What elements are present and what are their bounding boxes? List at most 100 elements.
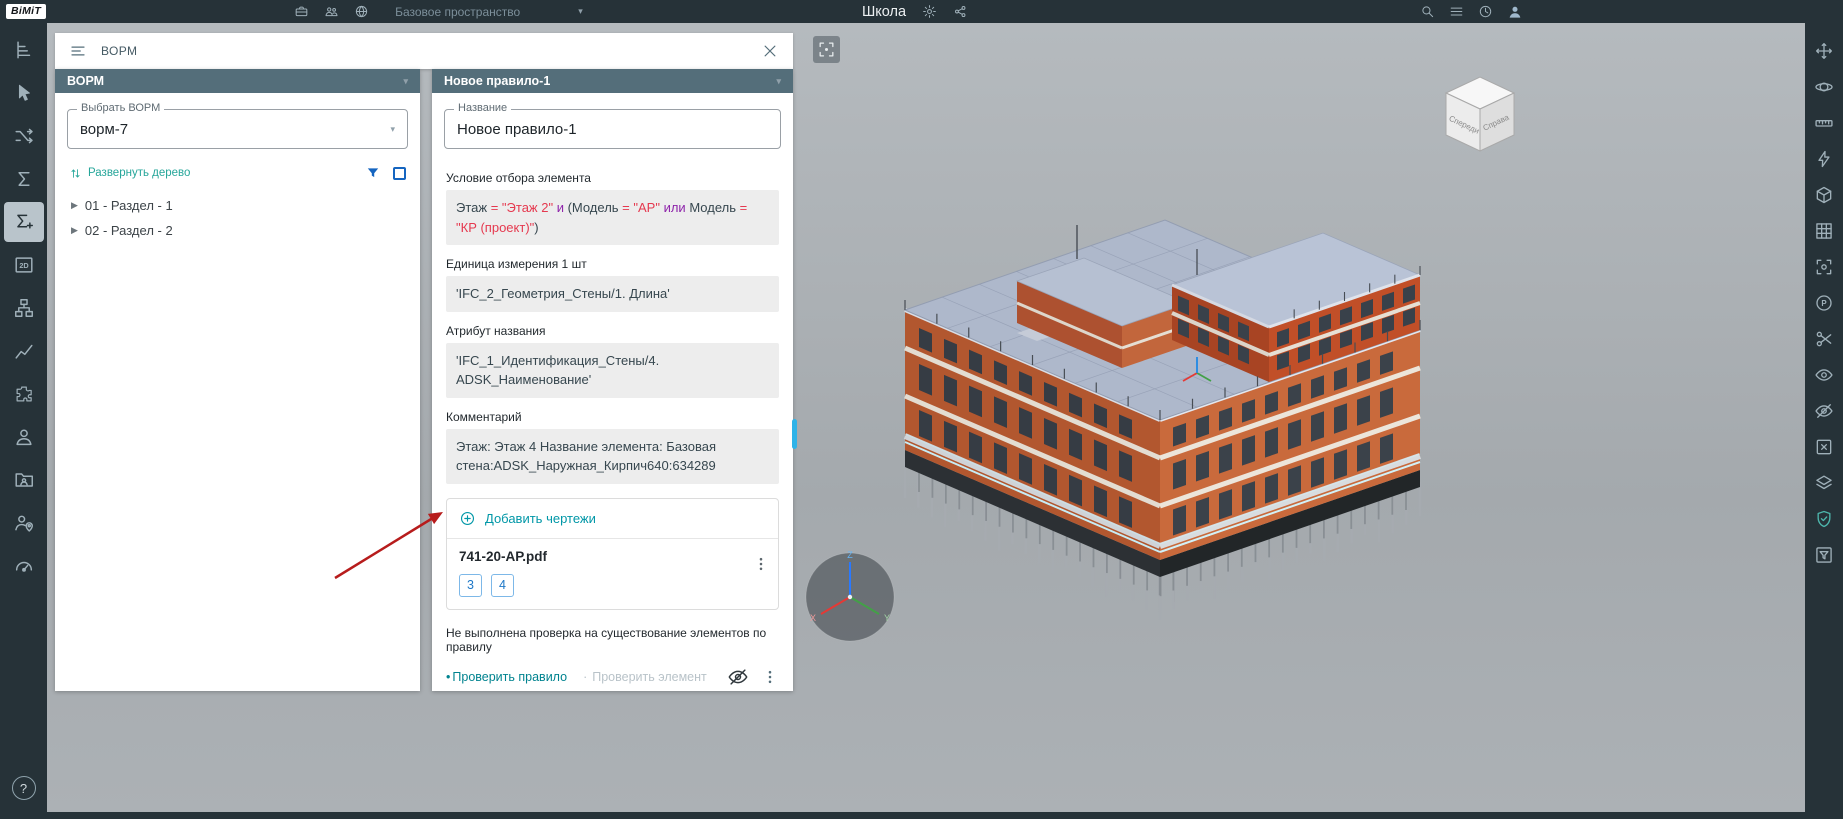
navigation-sphere[interactable]: Z X Y bbox=[800, 547, 900, 647]
hide-eye-icon[interactable] bbox=[727, 666, 749, 688]
team-icon[interactable] bbox=[324, 4, 339, 19]
menu-list-icon[interactable] bbox=[1449, 4, 1464, 19]
panel-resize-handle[interactable] bbox=[792, 419, 797, 449]
user-locations-button[interactable] bbox=[4, 503, 44, 543]
workspace-select[interactable]: Базовое пространство ▾ bbox=[395, 5, 583, 19]
plugins-button[interactable] bbox=[4, 374, 44, 414]
toolbox-icon[interactable] bbox=[294, 4, 309, 19]
layers-icon bbox=[1814, 473, 1834, 493]
unit-label: Единица измерения 1 шт bbox=[446, 257, 587, 271]
panel-menu-icon[interactable] bbox=[69, 42, 87, 60]
share-icon[interactable] bbox=[953, 4, 968, 19]
comment-value[interactable]: Этаж: Этаж 4 Название элемента: Базовая … bbox=[446, 428, 779, 484]
vorm-card: ВОРМ ▾ Выбрать ВОРМ ворм-7 ▾ Развернуть … bbox=[55, 69, 420, 691]
check-rule-bullet: • bbox=[446, 669, 451, 684]
drawings-2d-button[interactable]: 2D bbox=[4, 245, 44, 285]
charts-button[interactable] bbox=[4, 331, 44, 371]
properties-button[interactable]: P bbox=[1809, 288, 1839, 318]
building-model bbox=[903, 219, 1422, 620]
layers-button[interactable] bbox=[1809, 468, 1839, 498]
application-window: BiMiT Базовое пространство ▾ Школа 2D ? … bbox=[0, 0, 1843, 819]
users-button[interactable] bbox=[4, 417, 44, 457]
attribute-value[interactable]: 'IFC_1_Идентификация_Стены/4. ADSK_Наиме… bbox=[446, 342, 779, 398]
condition-label: Условие отбора элемента bbox=[446, 171, 591, 185]
right-toolbar: P bbox=[1805, 23, 1843, 812]
check-rule-button[interactable]: • Проверить правило bbox=[446, 670, 567, 684]
vorm-select-value: ворм-7 bbox=[80, 120, 129, 138]
rule-warning-text: Не выполнена проверка на существование э… bbox=[446, 625, 767, 654]
tree-toolbar: Развернуть дерево bbox=[55, 159, 420, 185]
svg-text:2D: 2D bbox=[19, 261, 28, 270]
condition-expression[interactable]: Этаж = "Этаж 2" и (Модель = "АР" или Мод… bbox=[446, 190, 779, 245]
clip-button[interactable] bbox=[1809, 324, 1839, 354]
isolate-elements-button[interactable] bbox=[1809, 432, 1839, 462]
filter-icon[interactable] bbox=[365, 165, 381, 181]
kebab-icon[interactable] bbox=[761, 668, 779, 686]
select-elements-button[interactable] bbox=[4, 73, 44, 113]
viewport-3d[interactable]: Спереди Справа Z X Y ВОРМ ВОРМ ▾ Выбрать… bbox=[47, 23, 1805, 812]
tree-item[interactable]: ▶ 01 - Раздел - 1 bbox=[61, 193, 414, 218]
grid-view-button[interactable] bbox=[1809, 216, 1839, 246]
rule-card-title: Новое правило-1 bbox=[444, 74, 551, 88]
condition-token: = bbox=[490, 200, 502, 215]
help-button[interactable]: ? bbox=[11, 776, 36, 800]
model-structure-button[interactable] bbox=[4, 30, 44, 70]
view-cube[interactable]: Спереди Справа bbox=[1432, 63, 1528, 159]
check-element-button[interactable]: · Проверить элемент bbox=[583, 670, 707, 684]
rule-actions: • Проверить правило · Проверить элемент bbox=[432, 666, 793, 688]
drawing-file-name[interactable]: 741-20-АР.pdf bbox=[459, 549, 766, 564]
center-focus-button[interactable] bbox=[1809, 252, 1839, 282]
tree-item[interactable]: ▶ 02 - Раздел - 2 bbox=[61, 218, 414, 243]
orbit-view-button[interactable] bbox=[1809, 72, 1839, 102]
pan-view-button[interactable] bbox=[1809, 36, 1839, 66]
caret-down-icon: ▾ bbox=[776, 75, 781, 86]
connections-button[interactable] bbox=[4, 116, 44, 156]
project-title-group: Школа bbox=[862, 0, 968, 23]
condition-token: и bbox=[556, 200, 568, 215]
settings-gear-icon[interactable] bbox=[922, 4, 937, 19]
rule-name-field[interactable]: Название bbox=[444, 102, 781, 149]
filter-elements-icon bbox=[1814, 545, 1834, 565]
vorm-select[interactable]: Выбрать ВОРМ ворм-7 ▾ bbox=[67, 102, 408, 149]
vorm-calculations-button[interactable] bbox=[3, 201, 44, 242]
rule-name-input[interactable] bbox=[457, 120, 768, 138]
comment-label: Комментарий bbox=[446, 409, 522, 424]
calculations-button[interactable] bbox=[4, 159, 44, 199]
check-element-bullet: · bbox=[583, 669, 588, 684]
connections-icon bbox=[13, 125, 35, 147]
measure-button[interactable] bbox=[1809, 108, 1839, 138]
page-chip[interactable]: 3 bbox=[459, 573, 482, 597]
search-icon[interactable] bbox=[1420, 4, 1435, 19]
tree-filter-tools bbox=[365, 165, 406, 181]
drawings-box: Добавить чертежи 741-20-АР.pdf 3 4 bbox=[446, 497, 779, 610]
validation-shield-button[interactable] bbox=[1809, 504, 1839, 534]
rule-card-header[interactable]: Новое правило-1 ▾ bbox=[432, 69, 793, 93]
user-avatar-icon[interactable] bbox=[1507, 4, 1523, 20]
frame-icon[interactable] bbox=[393, 166, 406, 180]
schema-button[interactable] bbox=[4, 288, 44, 328]
chevron-right-icon[interactable]: ▶ bbox=[71, 201, 78, 210]
projects-button[interactable] bbox=[4, 460, 44, 500]
filter-elements-button[interactable] bbox=[1809, 540, 1839, 570]
close-icon[interactable] bbox=[761, 42, 779, 60]
project-title: Школа bbox=[862, 3, 907, 20]
vorm-select-label: Выбрать ВОРМ bbox=[77, 102, 165, 114]
kebab-icon[interactable] bbox=[752, 555, 770, 573]
page-chip[interactable]: 4 bbox=[491, 573, 514, 597]
show-elements-button[interactable] bbox=[1809, 360, 1839, 390]
section-button[interactable] bbox=[1809, 144, 1839, 174]
history-icon[interactable] bbox=[1478, 4, 1493, 19]
fit-view-button[interactable] bbox=[813, 36, 840, 63]
check-element-label: Проверить элемент bbox=[592, 669, 707, 684]
expand-tree-button[interactable]: Развернуть дерево bbox=[69, 167, 190, 180]
model-view-button[interactable] bbox=[1809, 180, 1839, 210]
vorm-card-header[interactable]: ВОРМ ▾ bbox=[55, 69, 420, 93]
add-drawings-button[interactable]: Добавить чертежи bbox=[447, 499, 778, 539]
sigma-plus-icon bbox=[13, 211, 35, 233]
globe-clock-icon[interactable] bbox=[354, 4, 369, 19]
dashboard-button[interactable] bbox=[4, 546, 44, 586]
chevron-right-icon[interactable]: ▶ bbox=[71, 226, 78, 235]
unit-value[interactable]: 'IFC_2_Геометрия_Стены/1. Длина' bbox=[446, 276, 779, 312]
hide-elements-button[interactable] bbox=[1809, 396, 1839, 426]
axis-x-label: X bbox=[810, 613, 816, 623]
